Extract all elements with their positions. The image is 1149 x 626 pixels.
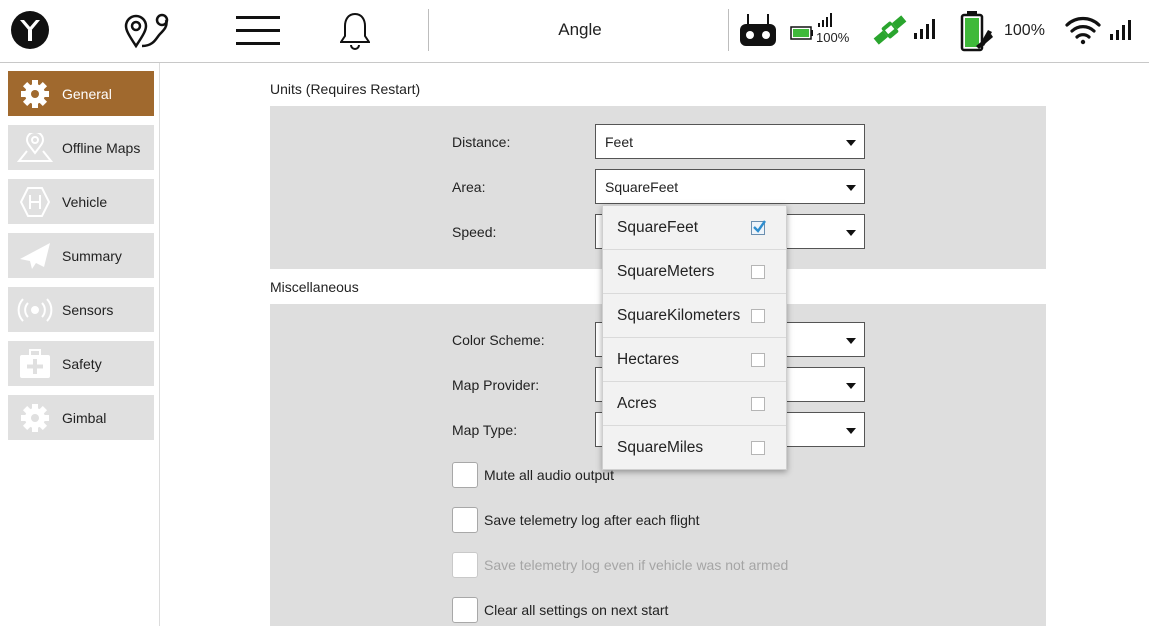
distance-combo[interactable]: Feet bbox=[595, 124, 865, 159]
chevron-down-icon bbox=[846, 428, 856, 434]
sidebar-item-label: General bbox=[62, 85, 112, 102]
sidebar-item-general[interactable]: General bbox=[8, 71, 154, 116]
distance-label: Distance: bbox=[452, 134, 511, 150]
check-icon bbox=[751, 220, 766, 235]
wifi-signal-icon bbox=[1108, 19, 1134, 41]
settings-sidebar: General Offline Maps Vehicle Summary Sen… bbox=[0, 63, 160, 626]
checkbox-icon bbox=[751, 309, 765, 323]
distance-value: Feet bbox=[605, 133, 634, 150]
dropdown-option-squarefeet[interactable]: SquareFeet bbox=[603, 206, 786, 250]
rc-controller-icon[interactable] bbox=[738, 12, 778, 48]
chevron-down-icon bbox=[846, 383, 856, 389]
checkbox[interactable] bbox=[452, 507, 478, 533]
first-aid-icon bbox=[8, 341, 62, 386]
option-label: Hectares bbox=[617, 350, 680, 368]
helipad-icon bbox=[8, 179, 62, 224]
rc-battery-percent: 100% bbox=[816, 30, 850, 45]
map-provider-label: Map Provider: bbox=[452, 377, 540, 393]
sidebar-item-label: Safety bbox=[62, 355, 102, 372]
chevron-down-icon bbox=[846, 338, 856, 344]
map-pin-icon bbox=[8, 125, 62, 170]
area-dropdown-popup: SquareFeet SquareMeters SquareKilometers… bbox=[602, 205, 787, 470]
option-label: SquareMiles bbox=[617, 439, 704, 456]
save-telemetry-unarmed-checkbox: Save telemetry log even if vehicle was n… bbox=[452, 551, 788, 579]
toolbar-divider bbox=[428, 9, 429, 51]
checkbox-label: Save telemetry log even if vehicle was n… bbox=[484, 557, 789, 573]
sidebar-item-label: Gimbal bbox=[62, 409, 107, 426]
gear-icon bbox=[8, 71, 62, 116]
sidebar-item-label: Vehicle bbox=[62, 193, 108, 210]
sidebar-item-sensors[interactable]: Sensors bbox=[8, 287, 154, 332]
checkbox-label: Mute all audio output bbox=[484, 467, 614, 483]
map-type-label: Map Type: bbox=[452, 422, 518, 438]
area-label: Area: bbox=[452, 179, 486, 195]
sidebar-item-safety[interactable]: Safety bbox=[8, 341, 154, 386]
checkbox[interactable] bbox=[452, 597, 478, 623]
area-combo[interactable]: SquareFeet bbox=[595, 169, 865, 204]
mute-audio-checkbox[interactable]: Mute all audio output bbox=[452, 461, 614, 489]
color-scheme-label: Color Scheme: bbox=[452, 332, 545, 348]
top-toolbar: Angle 100% 100% bbox=[0, 0, 1149, 63]
misc-section-title: Miscellaneous bbox=[270, 279, 359, 295]
sidebar-item-label: Offline Maps bbox=[62, 139, 141, 156]
area-value: SquareFeet bbox=[605, 178, 679, 195]
sidebar-item-offline-maps[interactable]: Offline Maps bbox=[8, 125, 154, 170]
radio-wave-icon bbox=[8, 287, 62, 332]
bell-icon[interactable] bbox=[340, 10, 370, 52]
checkbox-icon bbox=[751, 353, 765, 367]
wifi-icon[interactable] bbox=[1064, 14, 1102, 46]
clear-settings-checkbox[interactable]: Clear all settings on next start bbox=[452, 596, 668, 624]
checkbox bbox=[452, 552, 478, 578]
option-label: SquareFeet bbox=[617, 218, 698, 236]
chevron-down-icon bbox=[846, 185, 856, 191]
battery-icon[interactable] bbox=[960, 10, 994, 52]
dropdown-option-squaremiles[interactable]: SquareMiles bbox=[603, 426, 786, 470]
dropdown-option-squaremeters[interactable]: SquareMeters bbox=[603, 250, 786, 294]
toolbar-divider bbox=[728, 9, 729, 51]
chevron-down-icon bbox=[846, 230, 856, 236]
option-label: Acres bbox=[617, 394, 657, 412]
dropdown-option-squarekilometers[interactable]: SquareKilometers bbox=[603, 294, 786, 338]
chevron-down-icon bbox=[846, 140, 856, 146]
sidebar-item-label: Summary bbox=[62, 247, 122, 264]
plan-route-icon[interactable] bbox=[122, 12, 172, 50]
rc-battery-icon bbox=[790, 26, 814, 40]
flight-mode-title[interactable]: Angle bbox=[540, 20, 620, 40]
checkbox-icon bbox=[751, 441, 765, 455]
checkbox-icon bbox=[751, 265, 765, 279]
sidebar-item-gimbal[interactable]: Gimbal bbox=[8, 395, 154, 440]
sidebar-item-label: Sensors bbox=[62, 301, 114, 318]
save-telemetry-checkbox[interactable]: Save telemetry log after each flight bbox=[452, 506, 700, 534]
dropdown-option-hectares[interactable]: Hectares bbox=[603, 338, 786, 382]
checkbox-label: Save telemetry log after each flight bbox=[484, 512, 700, 528]
dropdown-option-acres[interactable]: Acres bbox=[603, 382, 786, 426]
battery-percent: 100% bbox=[1004, 22, 1045, 39]
app-logo-icon[interactable] bbox=[10, 10, 50, 50]
gear-icon bbox=[8, 395, 62, 440]
checkbox[interactable] bbox=[452, 462, 478, 488]
gps-satellite-icon[interactable] bbox=[870, 12, 910, 48]
option-label: SquareKilometers bbox=[617, 306, 741, 324]
speed-label: Speed: bbox=[452, 224, 497, 240]
option-label: SquareMeters bbox=[617, 262, 715, 280]
rc-signal-icon bbox=[817, 12, 835, 28]
sidebar-item-vehicle[interactable]: Vehicle bbox=[8, 179, 154, 224]
menu-icon[interactable] bbox=[234, 12, 282, 48]
checkbox-label: Clear all settings on next start bbox=[484, 602, 669, 618]
sidebar-item-summary[interactable]: Summary bbox=[8, 233, 154, 278]
units-section-title: Units (Requires Restart) bbox=[270, 81, 421, 97]
gps-signal-icon bbox=[912, 17, 938, 41]
checkbox-icon bbox=[751, 397, 765, 411]
paper-plane-icon bbox=[8, 233, 62, 278]
